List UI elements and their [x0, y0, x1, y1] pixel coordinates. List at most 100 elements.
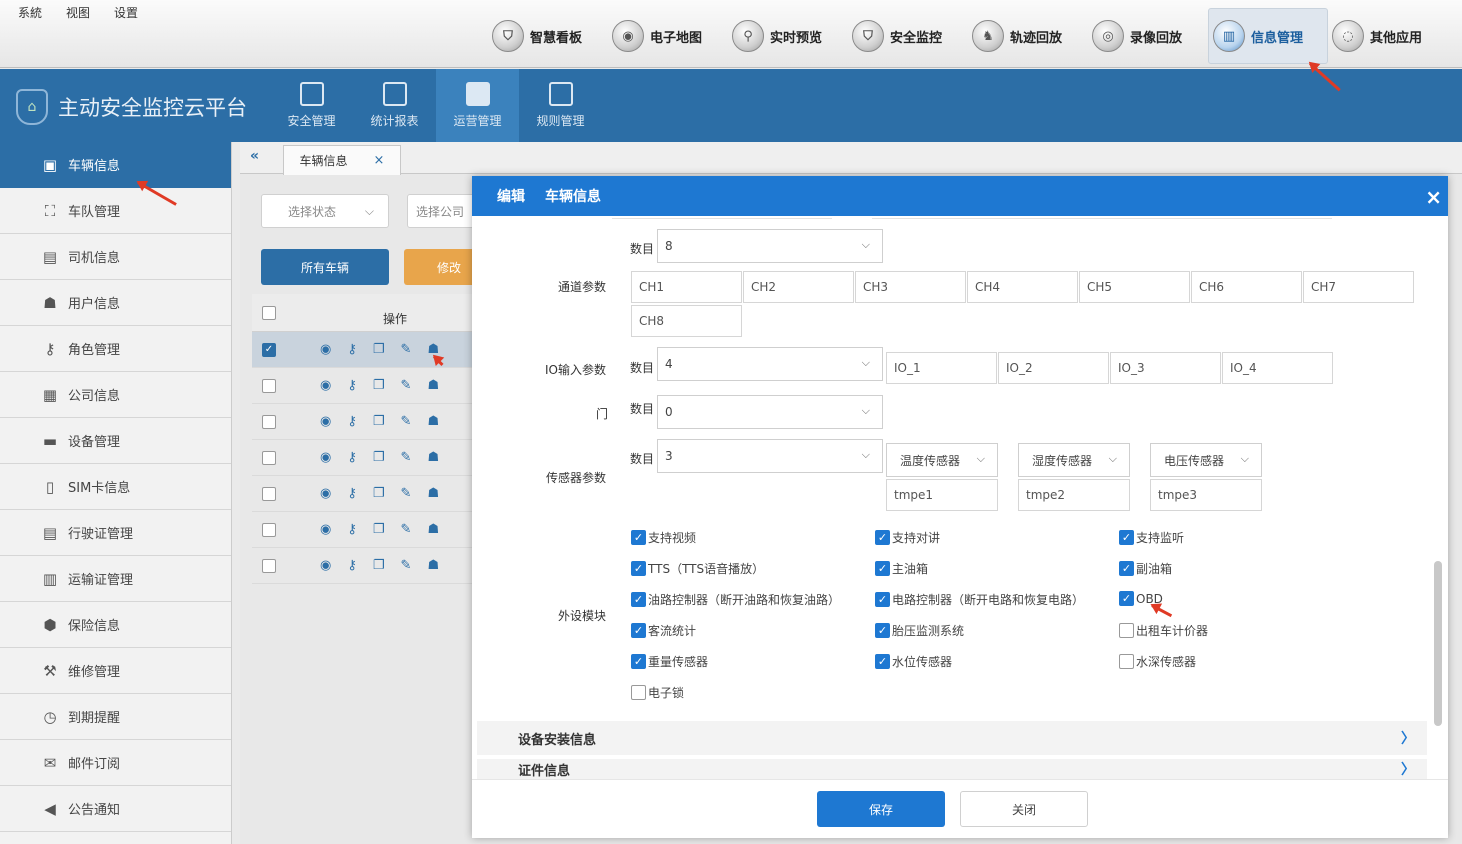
table-row[interactable]: ◉ ⚷ ❐ ✎ ☗ — [252, 440, 492, 476]
checkbox-box[interactable] — [631, 685, 646, 700]
edit-icon[interactable]: ✎ — [401, 450, 412, 465]
checkbox-box[interactable] — [1119, 654, 1134, 669]
section-install-info[interactable]: 设备安装信息 〉 — [477, 721, 1427, 755]
view-icon[interactable]: ◉ — [320, 342, 331, 357]
peripheral-checkbox[interactable]: 出租车计价器 — [1119, 622, 1208, 639]
menu-system[interactable]: 系統 — [18, 4, 42, 21]
key-icon[interactable]: ⚷ — [347, 450, 357, 465]
sidebar-item-vehicle-info[interactable]: ▣ 车辆信息 — [0, 142, 231, 188]
row-checkbox[interactable] — [262, 522, 276, 537]
checkbox-box[interactable]: ✓ — [1119, 591, 1134, 606]
checkbox-box[interactable]: ✓ — [631, 654, 646, 669]
row-checkbox[interactable]: ✓ — [262, 342, 276, 357]
peripheral-checkbox[interactable]: ✓ 支持对讲 — [875, 529, 940, 546]
tab-vehicle-info[interactable]: 车辆信息 × — [283, 145, 401, 175]
user-icon[interactable]: ☗ — [427, 486, 439, 501]
copy-icon[interactable]: ❐ — [373, 414, 385, 429]
sensor-type-select[interactable]: 湿度传感器 ⌵ — [1018, 443, 1130, 477]
top-nav-info-management[interactable]: ▥ 信息管理 — [1208, 8, 1328, 64]
table-row[interactable]: ◉ ⚷ ❐ ✎ ☗ — [252, 512, 492, 548]
sidebar-item-mail[interactable]: ✉ 邮件订阅 — [0, 740, 231, 786]
channel-field[interactable]: CH8 — [631, 305, 742, 337]
channel-field[interactable]: CH6 — [1191, 271, 1302, 303]
copy-icon[interactable]: ❐ — [373, 450, 385, 465]
row-checkbox[interactable] — [262, 558, 276, 573]
peripheral-checkbox[interactable]: ✓ 副油箱 — [1119, 560, 1172, 577]
sensor-name-field[interactable]: tmpe2 — [1018, 479, 1130, 511]
sensor-count-select[interactable]: 3 ⌵ — [657, 439, 883, 473]
user-icon[interactable]: ☗ — [427, 450, 439, 465]
channel-field[interactable]: CH4 — [967, 271, 1078, 303]
menu-view[interactable]: 视图 — [66, 4, 90, 21]
top-nav-dashboard[interactable]: ⛉ 智慧看板 — [488, 8, 608, 64]
close-icon[interactable]: × — [1425, 185, 1442, 209]
top-nav-live-preview[interactable]: ⚲ 实时预览 — [728, 8, 848, 64]
copy-icon[interactable]: ❐ — [373, 378, 385, 393]
checkbox-box[interactable]: ✓ — [631, 592, 646, 607]
save-button[interactable]: 保存 — [817, 791, 945, 827]
peripheral-checkbox[interactable]: ✓ 支持监听 — [1119, 529, 1184, 546]
view-icon[interactable]: ◉ — [320, 522, 331, 537]
sidebar-item-transport-permit[interactable]: ▥ 运输证管理 — [0, 556, 231, 602]
sidebar-item-expiry[interactable]: ◷ 到期提醒 — [0, 694, 231, 740]
close-tab-icon[interactable]: × — [374, 153, 385, 168]
io-field[interactable]: IO_4 — [1222, 352, 1333, 384]
sidebar-item-drivers[interactable]: ▤ 司机信息 — [0, 234, 231, 280]
peripheral-checkbox[interactable]: ✓ 电路控制器（断开电路和恢复电路） — [875, 591, 1084, 608]
sensor-type-select[interactable]: 电压传感器 ⌵ — [1150, 443, 1262, 477]
edit-icon[interactable]: ✎ — [401, 558, 412, 573]
close-button[interactable]: 关闭 — [960, 791, 1088, 827]
header-nav-safety[interactable]: 安全管理 — [270, 69, 353, 142]
table-row[interactable]: ◉ ⚷ ❐ ✎ ☗ — [252, 476, 492, 512]
checkbox-box[interactable]: ✓ — [1119, 530, 1134, 545]
top-nav-map[interactable]: ◉ 电子地图 — [608, 8, 728, 64]
sensor-type-select[interactable]: 温度传感器 ⌵ — [886, 443, 998, 477]
channel-count-select[interactable]: 8 ⌵ — [657, 229, 883, 263]
header-nav-rules[interactable]: 规则管理 — [519, 69, 602, 142]
io-field[interactable]: IO_2 — [998, 352, 1109, 384]
status-select[interactable]: 选择状态 ⌵ — [261, 194, 389, 228]
checkbox-box[interactable]: ✓ — [875, 623, 890, 638]
table-row[interactable]: ◉ ⚷ ❐ ✎ ☗ — [252, 368, 492, 404]
view-icon[interactable]: ◉ — [320, 450, 331, 465]
peripheral-checkbox[interactable]: ✓ 客流统计 — [631, 622, 696, 639]
sidebar-item-maintenance[interactable]: ⚒ 维修管理 — [0, 648, 231, 694]
peripheral-checkbox[interactable]: ✓ 水位传感器 — [875, 653, 952, 670]
key-icon[interactable]: ⚷ — [347, 522, 357, 537]
sidebar-item-users[interactable]: ☗ 用户信息 — [0, 280, 231, 326]
edit-icon[interactable]: ✎ — [401, 414, 412, 429]
sensor-name-field[interactable]: tmpe1 — [886, 479, 998, 511]
io-count-select[interactable]: 4 ⌵ — [657, 347, 883, 381]
copy-icon[interactable]: ❐ — [373, 342, 385, 357]
sidebar-item-sim[interactable]: ▯ SIM卡信息 — [0, 464, 231, 510]
view-icon[interactable]: ◉ — [320, 414, 331, 429]
peripheral-checkbox[interactable]: ✓ 主油箱 — [875, 560, 928, 577]
copy-icon[interactable]: ❐ — [373, 558, 385, 573]
edit-icon[interactable]: ✎ — [401, 486, 412, 501]
edit-icon[interactable]: ✎ — [401, 522, 412, 537]
key-icon[interactable]: ⚷ — [347, 558, 357, 573]
checkbox-box[interactable]: ✓ — [875, 654, 890, 669]
channel-field[interactable]: CH3 — [855, 271, 966, 303]
channel-field[interactable]: CH7 — [1303, 271, 1414, 303]
channel-field[interactable]: CH5 — [1079, 271, 1190, 303]
user-icon[interactable]: ☗ — [427, 522, 439, 537]
select-all-checkbox[interactable] — [262, 306, 276, 320]
key-icon[interactable]: ⚷ — [347, 486, 357, 501]
view-icon[interactable]: ◉ — [320, 486, 331, 501]
view-icon[interactable]: ◉ — [320, 378, 331, 393]
table-row[interactable]: ◉ ⚷ ❐ ✎ ☗ — [252, 404, 492, 440]
peripheral-checkbox[interactable]: ✓ 支持视频 — [631, 529, 696, 546]
sidebar-item-notice[interactable]: ◀ 公告通知 — [0, 786, 231, 832]
edit-icon[interactable]: ✎ — [401, 342, 412, 357]
sidebar-item-devices[interactable]: ▬ 设备管理 — [0, 418, 231, 464]
checkbox-box[interactable]: ✓ — [631, 530, 646, 545]
peripheral-checkbox[interactable]: ✓ TTS（TTS语音播放） — [631, 560, 764, 577]
view-icon[interactable]: ◉ — [320, 558, 331, 573]
peripheral-checkbox[interactable]: ✓ 油路控制器（断开油路和恢复油路） — [631, 591, 840, 608]
header-nav-reports[interactable]: 统计报表 — [353, 69, 436, 142]
key-icon[interactable]: ⚷ — [347, 414, 357, 429]
checkbox-box[interactable]: ✓ — [875, 530, 890, 545]
door-count-select[interactable]: 0 ⌵ — [657, 395, 883, 429]
collapse-sidebar-icon[interactable]: « — [250, 148, 259, 164]
